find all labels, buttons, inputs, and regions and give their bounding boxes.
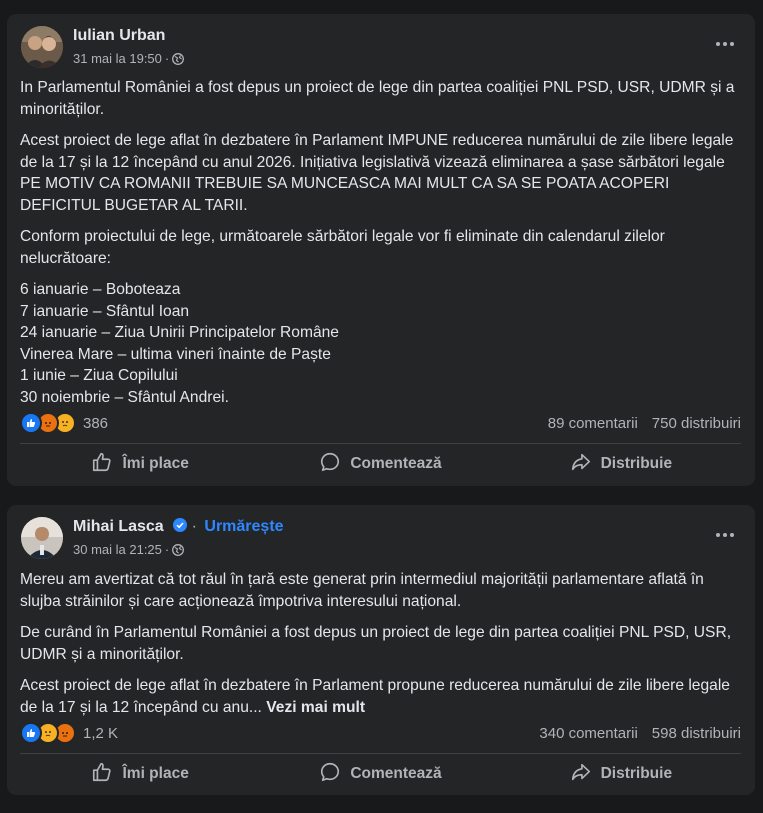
share-arrow-icon	[570, 451, 592, 478]
globe-icon	[172, 543, 185, 556]
holiday-list-item: 30 noiembrie – Sfântul Andrei.	[20, 388, 229, 406]
comment-button[interactable]: Comentează	[260, 754, 500, 794]
meta-separator: ·	[164, 51, 170, 66]
thumbs-up-icon	[91, 451, 113, 478]
like-button-label: Îmi place	[122, 765, 189, 782]
like-button[interactable]: Îmi place	[20, 444, 260, 484]
share-button-label: Distribuie	[600, 765, 673, 782]
share-arrow-icon	[570, 761, 592, 788]
meta-separator: ·	[164, 542, 170, 557]
action-bar: Îmi place Comentează Distribuie	[20, 754, 741, 794]
holiday-list-item: 7 ianuarie – Sfântul Ioan	[20, 302, 190, 320]
post-stats: 386 89 comentarii 750 distribuiri	[20, 412, 741, 434]
share-button-label: Distribuie	[600, 455, 673, 472]
verified-badge-icon	[173, 518, 188, 532]
post-stats: 1,2 K 340 comentarii 598 distribuiri	[20, 722, 741, 744]
share-button[interactable]: Distribuie	[501, 754, 741, 794]
author-line: Mihai Lasca · Urmărește	[73, 518, 284, 536]
see-more-link[interactable]: Vezi mai mult	[266, 699, 365, 716]
share-button[interactable]: Distribuie	[501, 444, 741, 484]
shares-count[interactable]: 598 distribuiri	[652, 725, 741, 742]
post-paragraph: In Parlamentul României a fost depus un …	[20, 79, 735, 118]
like-button-label: Îmi place	[122, 455, 189, 472]
reactions-summary[interactable]: 1,2 K	[20, 722, 118, 744]
like-reaction-icon	[20, 412, 42, 434]
speech-bubble-icon	[319, 451, 341, 478]
more-options-icon[interactable]	[713, 36, 737, 52]
globe-icon	[172, 52, 185, 65]
post-text: Mereu am avertizat că tot răul în țară e…	[20, 569, 741, 728]
holiday-list-item: 24 ianuarie – Ziua Unirii Principatelor …	[20, 324, 339, 341]
comment-button-label: Comentează	[350, 455, 442, 472]
post-paragraph: De curând în Parlamentul României a fost…	[20, 624, 732, 663]
holiday-list-item: 6 ianuarie – Boboteaza	[20, 281, 181, 298]
post-card: Iulian Urban 31 mai la 19:50 · In Parlam…	[7, 14, 755, 486]
speech-bubble-icon	[319, 761, 341, 788]
comment-button-label: Comentează	[350, 765, 442, 782]
post-text: In Parlamentul României a fost depus un …	[20, 77, 741, 408]
author-name[interactable]: Mihai Lasca	[73, 518, 164, 535]
more-options-icon[interactable]	[713, 527, 737, 543]
like-reaction-icon	[20, 722, 42, 744]
truncated-text: Acest proiect de lege aflat în dezbatere…	[20, 677, 730, 716]
follow-button[interactable]: Urmărește	[204, 518, 283, 535]
post-timestamp[interactable]: 30 mai la 21:25	[73, 542, 162, 557]
post-meta: 31 mai la 19:50 ·	[73, 51, 185, 66]
post-paragraph: Acest proiect de lege aflat în dezbatere…	[20, 132, 734, 214]
holiday-list-item: 1 iunie – Ziua Copilului	[20, 367, 178, 384]
post-paragraph: Conform proiectului de lege, următoarele…	[20, 228, 665, 267]
holiday-list: 6 ianuarie – Boboteaza 7 ianuarie – Sfân…	[20, 279, 741, 408]
comment-button[interactable]: Comentează	[260, 444, 500, 484]
author-name[interactable]: Iulian Urban	[73, 27, 165, 45]
post-meta: 30 mai la 21:25 ·	[73, 542, 185, 557]
reactions-summary[interactable]: 386	[20, 412, 108, 434]
post-timestamp[interactable]: 31 mai la 19:50	[73, 51, 162, 66]
avatar[interactable]	[21, 26, 63, 68]
reaction-count: 386	[83, 414, 109, 432]
post-paragraph: Acest proiect de lege aflat în dezbatere…	[20, 675, 741, 718]
author-separator: ·	[191, 518, 197, 535]
shares-count[interactable]: 750 distribuiri	[652, 415, 741, 432]
post-paragraph: Mereu am avertizat că tot răul în țară e…	[20, 571, 704, 610]
comments-count[interactable]: 340 comentarii	[539, 725, 637, 742]
post-card: Mihai Lasca · Urmărește 30 mai la 21:25 …	[7, 505, 755, 795]
comments-count[interactable]: 89 comentarii	[548, 415, 638, 432]
thumbs-up-icon	[91, 761, 113, 788]
like-button[interactable]: Îmi place	[20, 754, 260, 794]
avatar[interactable]	[21, 517, 63, 559]
holiday-list-item: Vinerea Mare – ultima vineri înainte de …	[20, 345, 331, 363]
action-bar: Îmi place Comentează Distribuie	[20, 444, 741, 484]
reaction-count: 1,2 K	[83, 724, 119, 742]
